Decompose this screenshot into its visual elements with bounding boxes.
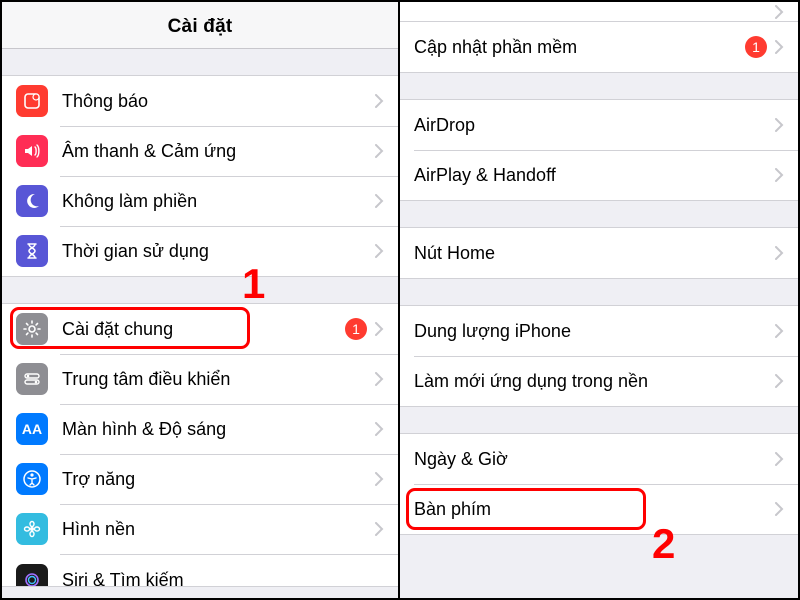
group-homebutton: Nút Home <box>400 227 798 279</box>
group-airdrop: AirDrop AirPlay & Handoff <box>400 99 798 201</box>
row-label: Ngày & Giờ <box>414 449 767 470</box>
row-wallpaper[interactable]: Hình nền <box>2 504 398 554</box>
row-label: AirPlay & Handoff <box>414 165 767 186</box>
switches-icon <box>16 363 48 395</box>
row-display[interactable]: AA Màn hình & Độ sáng <box>2 404 398 454</box>
row-label: Cập nhật phần mềm <box>414 37 739 58</box>
accessibility-icon <box>16 463 48 495</box>
chevron-right-icon <box>375 322 384 336</box>
notification-badge: 1 <box>745 36 767 58</box>
chevron-right-icon <box>375 522 384 536</box>
hourglass-icon <box>16 235 48 267</box>
row-label: AirDrop <box>414 115 767 136</box>
page-title: Cài đặt <box>2 2 398 49</box>
chevron-right-icon <box>375 372 384 386</box>
chevron-right-icon <box>375 244 384 258</box>
row-general[interactable]: Cài đặt chung 1 <box>2 304 398 354</box>
row-label: Trợ năng <box>62 469 367 490</box>
general-settings-panel: Cập nhật phần mềm 1 AirDrop AirPlay & Ha… <box>400 2 798 598</box>
chevron-right-icon <box>375 194 384 208</box>
aa-icon: AA <box>16 413 48 445</box>
gear-icon <box>16 313 48 345</box>
group-general: Cài đặt chung 1 Trung tâm điều khiển AA … <box>2 303 398 587</box>
chevron-right-icon <box>775 118 784 132</box>
settings-root-panel: Cài đặt Thông báo Âm thanh & Cảm ứng <box>2 2 400 598</box>
sound-icon <box>16 135 48 167</box>
chevron-right-icon <box>775 168 784 182</box>
chevron-right-icon <box>375 472 384 486</box>
row-label: Thông báo <box>62 91 367 112</box>
chevron-right-icon <box>375 144 384 158</box>
siri-icon <box>16 564 48 586</box>
group-notifications: Thông báo Âm thanh & Cảm ứng Không làm p… <box>2 75 398 277</box>
group-datetime: Ngày & Giờ Bàn phím <box>400 433 798 535</box>
row-storage[interactable]: Dung lượng iPhone <box>400 306 798 356</box>
row-label: Thời gian sử dụng <box>62 241 367 262</box>
chevron-right-icon <box>775 5 784 19</box>
row-screentime[interactable]: Thời gian sử dụng <box>2 226 398 276</box>
row-sounds[interactable]: Âm thanh & Cảm ứng <box>2 126 398 176</box>
chevron-right-icon <box>775 502 784 516</box>
row-label: Hình nền <box>62 519 367 540</box>
flower-icon <box>16 513 48 545</box>
row-keyboard[interactable]: Bàn phím <box>400 484 798 534</box>
row-label: Trung tâm điều khiển <box>62 369 367 390</box>
chevron-right-icon <box>375 94 384 108</box>
row-datetime[interactable]: Ngày & Giờ <box>400 434 798 484</box>
row-label: Cài đặt chung <box>62 319 339 340</box>
row-about-cut[interactable] <box>400 2 798 22</box>
row-label: Dung lượng iPhone <box>414 321 767 342</box>
row-bgapp[interactable]: Làm mới ứng dụng trong nền <box>400 356 798 406</box>
row-airplay[interactable]: AirPlay & Handoff <box>400 150 798 200</box>
row-controlcenter[interactable]: Trung tâm điều khiển <box>2 354 398 404</box>
row-notifications[interactable]: Thông báo <box>2 76 398 126</box>
row-label: Âm thanh & Cảm ứng <box>62 141 367 162</box>
chevron-right-icon <box>775 324 784 338</box>
row-label: Siri & Tìm kiếm <box>62 570 384 587</box>
row-label: Không làm phiền <box>62 191 367 212</box>
row-label: Nút Home <box>414 243 767 264</box>
group-softwareupdate: Cập nhật phần mềm 1 <box>400 22 798 73</box>
chevron-right-icon <box>775 246 784 260</box>
row-siri[interactable]: Siri & Tìm kiếm <box>2 554 398 586</box>
row-airdrop[interactable]: AirDrop <box>400 100 798 150</box>
notification-icon <box>16 85 48 117</box>
chevron-right-icon <box>775 374 784 388</box>
row-homebutton[interactable]: Nút Home <box>400 228 798 278</box>
chevron-right-icon <box>775 452 784 466</box>
row-softwareupdate[interactable]: Cập nhật phần mềm 1 <box>400 22 798 72</box>
notification-badge: 1 <box>345 318 367 340</box>
chevron-right-icon <box>375 422 384 436</box>
row-accessibility[interactable]: Trợ năng <box>2 454 398 504</box>
row-label: Màn hình & Độ sáng <box>62 419 367 440</box>
row-label: Làm mới ứng dụng trong nền <box>414 371 767 392</box>
chevron-right-icon <box>775 40 784 54</box>
group-storage: Dung lượng iPhone Làm mới ứng dụng trong… <box>400 305 798 407</box>
moon-icon <box>16 185 48 217</box>
row-label: Bàn phím <box>414 499 767 520</box>
row-dnd[interactable]: Không làm phiền <box>2 176 398 226</box>
